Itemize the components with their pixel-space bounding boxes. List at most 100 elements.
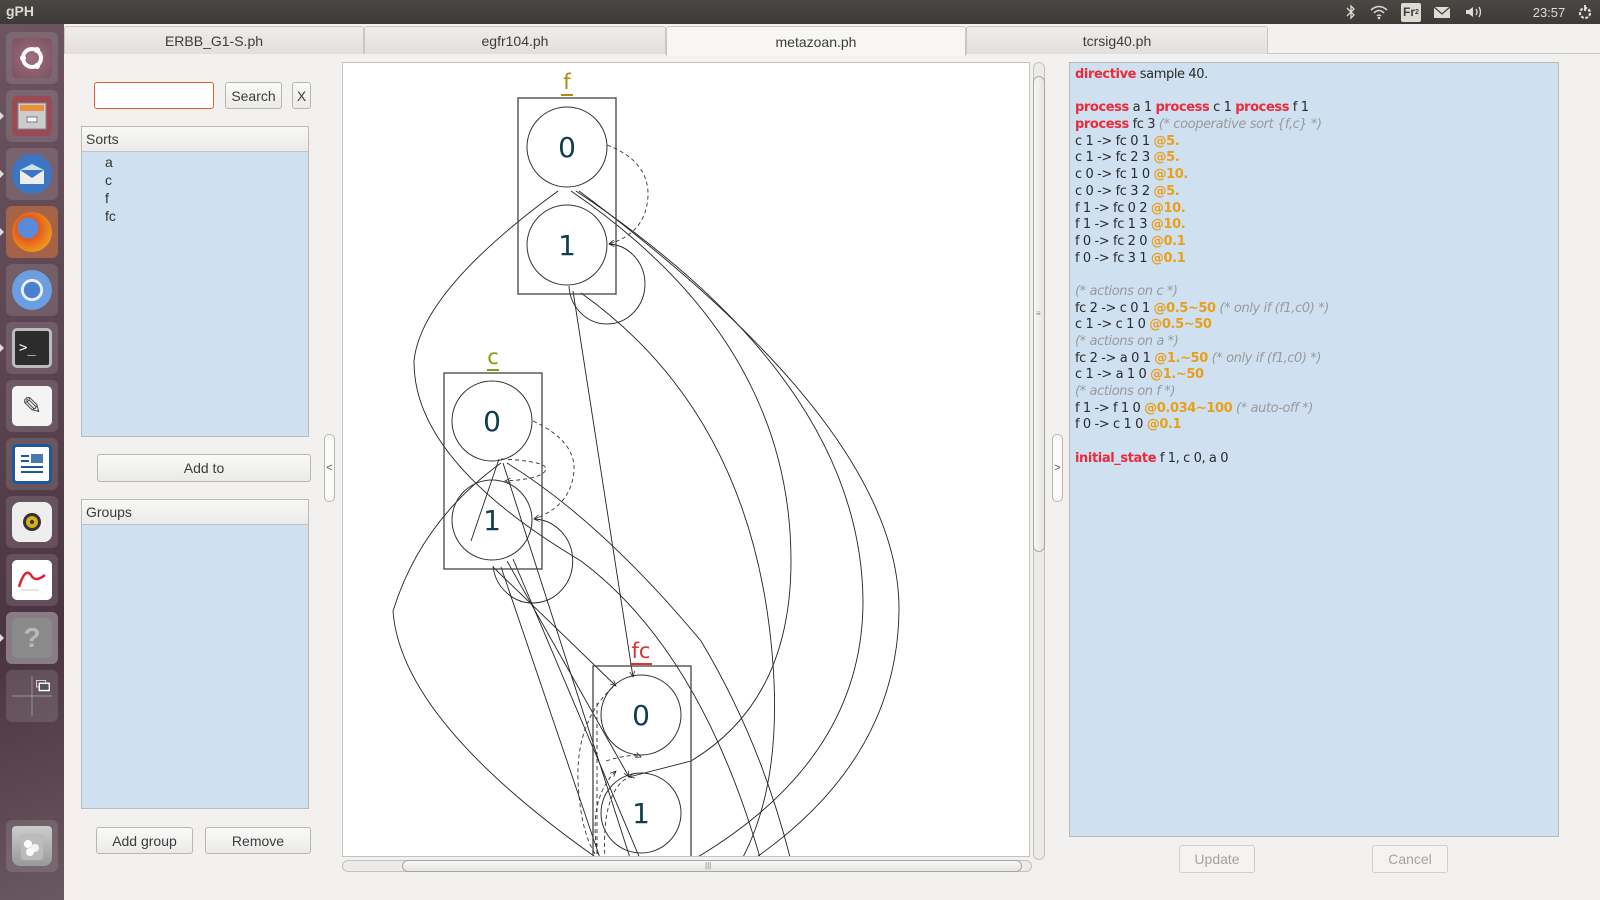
code-line[interactable]: (* actions on c *) — [1075, 284, 1553, 301]
code-line[interactable]: fc 2 -> a 0 1 @1.~50 (* only if (f1,c0) … — [1075, 351, 1553, 368]
code-text: c 1 — [1209, 100, 1236, 116]
code-line[interactable]: (* actions on a *) — [1075, 334, 1553, 351]
graph-canvas[interactable]: f 0 1 c 0 1 fc 0 1 — [342, 62, 1030, 857]
code-line[interactable]: f 0 -> c 1 0 @0.1 — [1075, 417, 1553, 434]
clear-search-button[interactable]: X — [292, 82, 311, 109]
bluetooth-icon[interactable] — [1342, 0, 1360, 24]
update-button[interactable]: Update — [1179, 845, 1255, 873]
pdf-viewer-icon — [12, 560, 52, 600]
launcher-running-indicator — [0, 228, 4, 236]
horizontal-scrollbar[interactable]: ||| — [342, 860, 1032, 874]
code-line[interactable]: f 1 -> f 1 0 @0.034~100 (* auto-off *) — [1075, 401, 1553, 418]
code-line[interactable]: initial_state f 1, c 0, a 0 — [1075, 451, 1553, 468]
volume-icon[interactable] — [1462, 0, 1486, 24]
wifi-icon[interactable] — [1366, 0, 1392, 24]
launcher-thunderbird[interactable] — [6, 148, 58, 200]
sort-fc[interactable]: fc 0 1 — [592, 639, 692, 857]
sort-c[interactable]: c 0 1 — [443, 345, 543, 570]
code-line[interactable] — [1075, 84, 1553, 101]
sort-label-c: c — [487, 345, 499, 369]
code-rate: @0.5~50 — [1149, 317, 1212, 333]
code-text: f 1 -> fc 1 3 — [1075, 217, 1151, 233]
code-rate: @10. — [1150, 217, 1186, 233]
launcher-rhythmbox[interactable] — [6, 496, 58, 548]
code-line[interactable] — [1075, 434, 1553, 451]
launcher-libreoffice-writer[interactable] — [6, 438, 58, 490]
code-text: c 0 -> fc 1 0 — [1075, 167, 1154, 183]
process-hitting-graph[interactable]: f 0 1 c 0 1 fc 0 1 — [343, 63, 1030, 857]
launcher-files[interactable] — [6, 90, 58, 142]
launcher-text-editor[interactable]: ✎ — [6, 380, 58, 432]
launcher-ubuntu-dash[interactable] — [6, 32, 58, 84]
vertical-scrollbar[interactable]: ≡ — [1032, 62, 1046, 860]
power-gear-icon[interactable] — [1574, 0, 1596, 24]
tab-egfr104[interactable]: egfr104.ph — [364, 26, 666, 54]
code-line[interactable]: fc 2 -> c 0 1 @0.5~50 (* only if (f1,c0)… — [1075, 301, 1553, 318]
code-editor[interactable]: directive sample 40. process a 1 process … — [1069, 62, 1559, 837]
workspaces-icon — [12, 676, 52, 716]
launcher-running-indicator — [0, 344, 4, 352]
keyboard-layout-icon[interactable]: Fr 2 — [1400, 0, 1422, 24]
vertical-scroll-thumb[interactable]: ≡ — [1033, 76, 1045, 552]
sort-item[interactable]: c — [82, 171, 308, 189]
thunderbird-icon — [12, 154, 52, 194]
cancel-button[interactable]: Cancel — [1372, 845, 1448, 873]
code-line[interactable]: directive sample 40. — [1075, 67, 1553, 84]
sorts-list[interactable]: Sorts a c f fc — [81, 126, 309, 437]
clock[interactable]: 23:57 — [1526, 0, 1572, 24]
groups-list[interactable]: Groups — [81, 499, 309, 809]
launcher-terminal[interactable]: >_ — [6, 322, 58, 374]
code-line[interactable]: f 0 -> fc 3 1 @0.1 — [1075, 251, 1553, 268]
tab-bar: ERBB_G1-S.ph egfr104.ph metazoan.ph tcrs… — [64, 24, 1600, 56]
code-line[interactable]: process fc 3 (* cooperative sort {f,c} *… — [1075, 117, 1553, 134]
hit-edge — [413, 190, 760, 856]
code-line[interactable]: c 0 -> fc 1 0 @10. — [1075, 167, 1553, 184]
sort-item[interactable]: fc — [82, 207, 308, 225]
collapse-right-panel-handle[interactable]: > — [1052, 434, 1063, 502]
sort-item[interactable]: a — [82, 153, 308, 171]
code-line[interactable]: c 1 -> fc 2 3 @5. — [1075, 150, 1553, 167]
code-line[interactable]: c 1 -> a 1 0 @1.~50 — [1075, 367, 1553, 384]
firefox-icon — [12, 212, 52, 252]
launcher-firefox[interactable] — [6, 206, 58, 258]
tab-metazoan[interactable]: metazoan.ph — [666, 26, 966, 56]
add-group-button[interactable]: Add group — [96, 827, 193, 854]
launcher-document-viewer[interactable] — [6, 554, 58, 606]
launcher-running-indicator — [0, 170, 4, 178]
code-line[interactable]: (* actions on f *) — [1075, 384, 1553, 401]
file-cabinet-icon — [12, 96, 52, 136]
bounce-edge — [606, 144, 649, 244]
code-line[interactable]: c 0 -> fc 3 2 @5. — [1075, 184, 1553, 201]
add-to-button[interactable]: Add to — [97, 454, 311, 482]
sort-f[interactable]: f 0 1 — [517, 70, 617, 295]
tab-tcrsig40[interactable]: tcrsig40.ph — [966, 26, 1268, 54]
sorts-list-header[interactable]: Sorts — [82, 127, 308, 152]
launcher-help[interactable]: ? — [6, 612, 58, 664]
code-line[interactable] — [1075, 267, 1553, 284]
code-comment: (* actions on f *) — [1075, 384, 1176, 400]
horizontal-scroll-thumb[interactable]: ||| — [402, 860, 1022, 872]
code-comment: (* auto-off *) — [1236, 400, 1313, 416]
search-button[interactable]: Search — [225, 82, 282, 109]
code-line[interactable]: f 1 -> fc 0 2 @10. — [1075, 201, 1553, 218]
mail-icon[interactable] — [1430, 0, 1454, 24]
sort-item[interactable]: f — [82, 189, 308, 207]
launcher-chromium[interactable] — [6, 264, 58, 316]
code-line[interactable]: c 1 -> c 1 0 @0.5~50 — [1075, 317, 1553, 334]
sort-label-fc: fc — [632, 639, 651, 663]
code-keyword: initial_state — [1075, 450, 1157, 466]
tab-erbb-g1-s[interactable]: ERBB_G1-S.ph — [64, 26, 364, 54]
search-input[interactable] — [94, 82, 214, 109]
remove-button[interactable]: Remove — [205, 827, 311, 854]
launcher-running-indicator — [0, 634, 4, 642]
groups-list-header[interactable]: Groups — [82, 500, 308, 525]
code-line[interactable]: process a 1 process c 1 process f 1 — [1075, 100, 1553, 117]
launcher-workspace-switcher[interactable] — [6, 670, 58, 722]
code-line[interactable]: f 0 -> fc 2 0 @0.1 — [1075, 234, 1553, 251]
collapse-left-panel-handle[interactable]: < — [324, 434, 335, 502]
code-text: c 1 -> fc 2 3 — [1075, 150, 1154, 166]
code-line[interactable]: c 1 -> fc 0 1 @5. — [1075, 134, 1553, 151]
code-line[interactable]: f 1 -> fc 1 3 @10. — [1075, 217, 1553, 234]
keyboard-layout-sub: 2 — [1415, 8, 1419, 16]
launcher-trash[interactable] — [6, 820, 58, 872]
